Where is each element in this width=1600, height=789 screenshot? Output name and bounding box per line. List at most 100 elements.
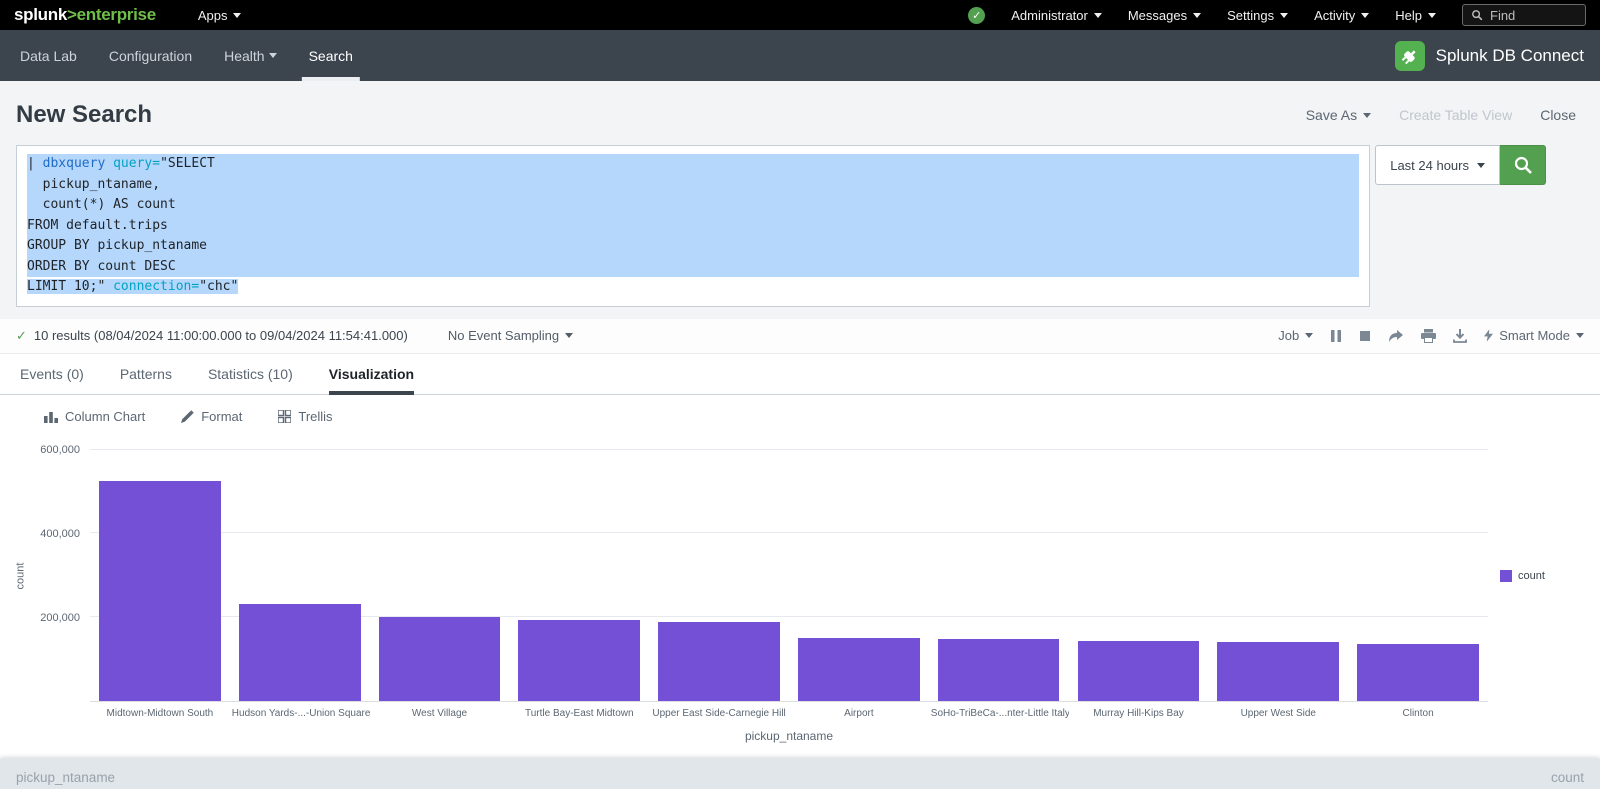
plot-column: Midtown-Midtown SouthHudson Yards-...-Un… (90, 450, 1488, 743)
bar-slot (1208, 450, 1348, 701)
bar-slot (789, 450, 929, 701)
stop-job-button[interactable] (1359, 330, 1371, 342)
topbar-menu-administrator[interactable]: Administrator (1011, 8, 1102, 23)
format-label: Format (201, 409, 242, 424)
y-tick-label: 600,000 (40, 444, 80, 456)
job-bar: ✓ 10 results (08/04/2024 11:00:00.000 to… (0, 319, 1600, 354)
topbar-menu-settings[interactable]: Settings (1227, 8, 1288, 23)
caret-down-icon (565, 333, 573, 338)
tab-visualization[interactable]: Visualization (329, 354, 414, 394)
app-title: Splunk DB Connect (1436, 46, 1584, 66)
check-glyph: ✓ (972, 9, 981, 22)
query-token: dbxquery (43, 156, 106, 171)
legend-swatch (1500, 570, 1512, 582)
query-line-text: count(*) AS count (27, 197, 176, 212)
tab-statistics-10[interactable]: Statistics (10) (208, 354, 293, 394)
bar-slot (649, 450, 789, 701)
export-download-button[interactable] (1453, 329, 1467, 343)
query-editor[interactable]: | dbxquery query="SELECT pickup_ntaname,… (16, 145, 1370, 307)
column-bar[interactable] (518, 620, 640, 701)
column-bar[interactable] (658, 622, 780, 701)
page-title: New Search (16, 101, 152, 129)
x-tick-label: Clinton (1348, 708, 1488, 719)
bar-slot (1348, 450, 1488, 701)
smart-mode-bolt-icon (1484, 329, 1493, 342)
nav-item-label: Configuration (109, 48, 192, 64)
time-range-group: Last 24 hours (1375, 145, 1546, 185)
search-mode-dropdown[interactable]: Smart Mode (1484, 328, 1584, 343)
trellis-grid-icon (278, 410, 291, 423)
column-bar[interactable] (99, 481, 221, 701)
query-line: pickup_ntaname, (27, 175, 1359, 196)
caret-down-icon (1576, 333, 1584, 338)
results-count-text: 10 results (08/04/2024 11:00:00.000 to 0… (34, 328, 408, 343)
column-bar[interactable] (379, 617, 501, 701)
chart-row: count 600,000400,000200,000 Midtown-Midt… (0, 450, 1600, 743)
legend-item[interactable]: count (1500, 570, 1545, 582)
create-table-view-button[interactable]: Create Table View (1399, 107, 1512, 123)
query-token (105, 156, 113, 171)
topbar-menu-activity[interactable]: Activity (1314, 8, 1369, 23)
stats-col-pickup-ntaname[interactable]: pickup_ntaname (16, 770, 115, 785)
column-chart: count 600,000400,000200,000 Midtown-Midt… (0, 436, 1600, 743)
nav-item-configuration[interactable]: Configuration (93, 30, 208, 81)
menu-label: Settings (1227, 8, 1274, 23)
trellis-button[interactable]: Trellis (278, 409, 332, 424)
bar-slot (370, 450, 510, 701)
tab-patterns[interactable]: Patterns (120, 354, 172, 394)
logo-gt: > (67, 5, 77, 24)
nav-item-search[interactable]: Search (293, 30, 369, 81)
query-line: | dbxquery query="SELECT (27, 154, 1359, 175)
apps-menu[interactable]: Apps (198, 8, 242, 23)
query-token: query (113, 156, 152, 171)
topbar-menu-messages[interactable]: Messages (1128, 8, 1201, 23)
bar-slot (929, 450, 1069, 701)
column-bar[interactable] (1078, 641, 1200, 700)
x-tick-label: Upper East Side-Carnegie Hill (649, 708, 789, 719)
query-token: | (27, 156, 43, 171)
run-search-button[interactable] (1500, 145, 1546, 185)
event-sampling-dropdown[interactable]: No Event Sampling (448, 328, 573, 343)
bar-slot (1069, 450, 1209, 701)
chart-type-button[interactable]: Column Chart (44, 409, 145, 424)
pause-job-button[interactable] (1330, 329, 1342, 343)
app-identity[interactable]: Splunk DB Connect (1395, 30, 1584, 81)
save-as-button[interactable]: Save As (1306, 107, 1371, 123)
nav-item-health[interactable]: Health (208, 30, 292, 81)
close-button[interactable]: Close (1540, 107, 1576, 123)
health-status-check-icon[interactable]: ✓ (968, 7, 985, 24)
close-label: Close (1540, 107, 1576, 123)
time-range-picker[interactable]: Last 24 hours (1375, 145, 1500, 185)
x-tick-label: Midtown-Midtown South (90, 708, 230, 719)
topbar-menu-help[interactable]: Help (1395, 8, 1436, 23)
find-search-box[interactable] (1462, 4, 1586, 26)
column-bar[interactable] (1357, 644, 1479, 701)
format-button[interactable]: Format (181, 409, 242, 424)
column-bar[interactable] (239, 604, 361, 700)
save-as-label: Save As (1306, 107, 1357, 123)
caret-down-icon (1363, 113, 1371, 118)
caret-down-icon (1193, 13, 1201, 18)
share-job-button[interactable] (1388, 329, 1404, 343)
x-tick-label: Upper West Side (1208, 708, 1348, 719)
column-bar[interactable] (938, 639, 1060, 700)
stats-col-count[interactable]: count (1551, 770, 1584, 785)
query-token: pickup_ntaname, (27, 177, 160, 192)
job-menu[interactable]: Job (1278, 328, 1313, 343)
caret-down-icon (233, 13, 241, 18)
tab-events-0[interactable]: Events (0) (20, 354, 84, 394)
smart-mode-label: Smart Mode (1499, 328, 1570, 343)
print-button[interactable] (1421, 329, 1436, 343)
logo-product: enterprise (77, 5, 156, 24)
column-bar[interactable] (798, 638, 920, 701)
stats-table-header: pickup_ntaname count (0, 759, 1600, 789)
query-line-text: LIMIT 10;" connection="chc" (27, 279, 238, 294)
nav-item-data-lab[interactable]: Data Lab (20, 30, 93, 81)
caret-down-icon (1477, 163, 1485, 168)
splunk-logo[interactable]: splunk>enterprise (14, 5, 156, 25)
query-token: "SELECT (160, 156, 215, 171)
y-axis-gutter: 600,000400,000200,000 (32, 450, 90, 702)
job-controls: Job Smart Mode (1278, 328, 1584, 343)
find-input[interactable] (1490, 8, 1575, 23)
column-bar[interactable] (1217, 642, 1339, 700)
